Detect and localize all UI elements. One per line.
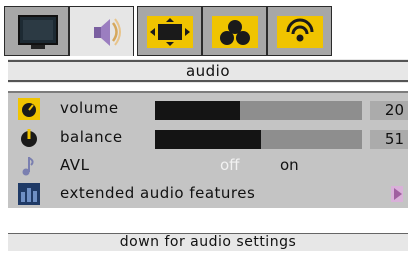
balance-knob-icon [21,129,37,147]
avl-option-on[interactable]: on [280,156,299,174]
menu-item-extended-audio[interactable]: extended audio features [8,180,408,206]
antenna-icon [277,16,323,48]
extended-audio-icon [18,183,40,205]
tab-install[interactable] [267,6,332,56]
title-rule-bottom [8,80,408,82]
settings-panel: volume 20 balance 51 AVL off on extended… [8,91,408,208]
page-title: audio [185,62,231,80]
tab-picture[interactable] [4,6,69,56]
menu-tab-bar [4,6,338,56]
tab-features[interactable] [202,6,267,56]
tab-audio[interactable] [69,6,134,56]
balance-slider[interactable] [155,130,362,149]
menu-item-volume[interactable]: volume 20 [8,95,408,121]
circles-icon [212,16,258,48]
screen-format-icon [147,16,193,48]
volume-value: 20 [370,101,408,120]
volume-slider-fill [155,101,240,120]
menu-item-avl[interactable]: AVL off on [8,152,408,178]
speaker-icon [94,18,121,46]
tab-screen[interactable] [137,6,202,56]
balance-value: 51 [370,130,408,149]
balance-slider-fill [155,130,261,149]
volume-label: volume [60,99,119,117]
extended-audio-label: extended audio features [60,184,256,202]
volume-knob-icon [18,98,40,120]
avl-option-off[interactable]: off [220,156,240,174]
monitor-icon [18,15,58,49]
submenu-arrow-icon[interactable] [391,186,403,202]
balance-label: balance [60,128,123,146]
avl-label: AVL [60,156,90,174]
hint-bar: down for audio settings [8,233,408,251]
volume-slider[interactable] [155,101,362,120]
menu-title-bar: audio [8,59,408,83]
avl-note-icon [22,157,34,176]
menu-item-balance[interactable]: balance 51 [8,124,408,150]
